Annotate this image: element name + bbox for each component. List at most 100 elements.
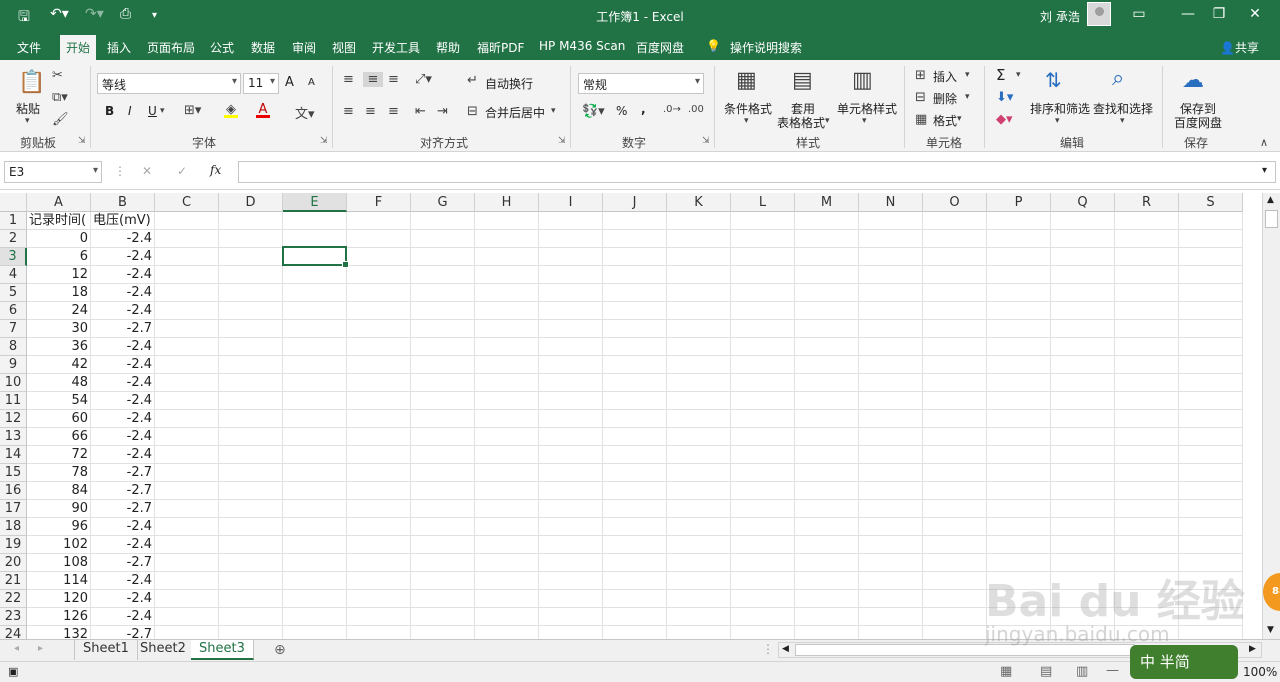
- cell-a[interactable]: 96: [27, 518, 91, 536]
- cell-empty[interactable]: [795, 536, 859, 554]
- cell-empty[interactable]: [347, 536, 411, 554]
- cell-empty[interactable]: [219, 446, 283, 464]
- cell-b[interactable]: 电压(mV): [91, 212, 155, 230]
- insert-function-icon[interactable]: fx: [210, 163, 221, 177]
- cell-empty[interactable]: [539, 392, 603, 410]
- cell-empty[interactable]: [987, 482, 1051, 500]
- cell-empty[interactable]: [283, 410, 347, 428]
- cell-empty[interactable]: [539, 464, 603, 482]
- cell-a[interactable]: 108: [27, 554, 91, 572]
- scroll-left-icon[interactable]: ◀: [782, 644, 789, 654]
- cell-empty[interactable]: [1051, 302, 1115, 320]
- cell-empty[interactable]: [411, 284, 475, 302]
- cell-empty[interactable]: [475, 464, 539, 482]
- cell-empty[interactable]: [155, 626, 219, 639]
- cell-empty[interactable]: [283, 572, 347, 590]
- cell-empty[interactable]: [155, 572, 219, 590]
- cell-empty[interactable]: [1179, 212, 1243, 230]
- align-center-icon[interactable]: ≡: [365, 104, 376, 119]
- close-icon[interactable]: ✕: [1240, 6, 1270, 22]
- cell-empty[interactable]: [795, 518, 859, 536]
- cell-a[interactable]: 72: [27, 446, 91, 464]
- wrap-text-icon[interactable]: ↵: [467, 73, 478, 88]
- italic-button[interactable]: I: [128, 104, 132, 118]
- cell-empty[interactable]: [347, 626, 411, 639]
- cell-empty[interactable]: [987, 374, 1051, 392]
- format-dropdown-icon[interactable]: ▾: [957, 114, 962, 124]
- cell-empty[interactable]: [603, 608, 667, 626]
- cell-b[interactable]: -2.4: [91, 392, 155, 410]
- tab-formulas[interactable]: 公式: [210, 39, 234, 56]
- cell-empty[interactable]: [1115, 464, 1179, 482]
- cell-styles-icon[interactable]: ▥: [852, 68, 873, 93]
- cell-empty[interactable]: [475, 230, 539, 248]
- cell-b[interactable]: -2.4: [91, 590, 155, 608]
- cell-empty[interactable]: [475, 302, 539, 320]
- cell-empty[interactable]: [795, 500, 859, 518]
- cell-empty[interactable]: [603, 410, 667, 428]
- cell-empty[interactable]: [347, 212, 411, 230]
- cell-a[interactable]: 78: [27, 464, 91, 482]
- page-layout-view-icon[interactable]: ▤: [1040, 664, 1052, 679]
- baidu-pan-icon[interactable]: ☁: [1182, 68, 1204, 93]
- cell-empty[interactable]: [219, 230, 283, 248]
- cell-empty[interactable]: [987, 428, 1051, 446]
- cell-b[interactable]: -2.4: [91, 338, 155, 356]
- merge-center-icon[interactable]: ⊟: [467, 104, 478, 119]
- merge-center-button[interactable]: 合并后居中: [485, 104, 545, 121]
- column-header-m[interactable]: M: [795, 193, 859, 212]
- cell-empty[interactable]: [219, 410, 283, 428]
- column-header-b[interactable]: B: [91, 193, 155, 212]
- cell-empty[interactable]: [539, 608, 603, 626]
- cell-empty[interactable]: [411, 482, 475, 500]
- cell-empty[interactable]: [347, 374, 411, 392]
- row-header[interactable]: 21: [0, 572, 27, 590]
- cell-empty[interactable]: [219, 356, 283, 374]
- cell-empty[interactable]: [731, 554, 795, 572]
- font-name-select[interactable]: 等线: [97, 73, 241, 94]
- cell-empty[interactable]: [795, 356, 859, 374]
- cell-empty[interactable]: [155, 608, 219, 626]
- cell-empty[interactable]: [923, 446, 987, 464]
- cell-empty[interactable]: [347, 392, 411, 410]
- cell-empty[interactable]: [1115, 212, 1179, 230]
- orientation-icon[interactable]: ⤢▾: [415, 72, 432, 87]
- cell-empty[interactable]: [667, 302, 731, 320]
- cell-empty[interactable]: [795, 392, 859, 410]
- row-header[interactable]: 2: [0, 230, 27, 248]
- cell-empty[interactable]: [539, 518, 603, 536]
- cell-empty[interactable]: [859, 428, 923, 446]
- cell-empty[interactable]: [411, 356, 475, 374]
- cell-empty[interactable]: [283, 464, 347, 482]
- cell-empty[interactable]: [219, 572, 283, 590]
- confirm-entry-icon[interactable]: ✓: [177, 164, 187, 178]
- cell-empty[interactable]: [795, 626, 859, 639]
- cell-empty[interactable]: [603, 572, 667, 590]
- cell-empty[interactable]: [795, 284, 859, 302]
- cell-b[interactable]: -2.4: [91, 446, 155, 464]
- share-button[interactable]: 👤共享: [1220, 39, 1259, 56]
- cell-empty[interactable]: [347, 500, 411, 518]
- row-header[interactable]: 15: [0, 464, 27, 482]
- cell-empty[interactable]: [347, 284, 411, 302]
- cell-empty[interactable]: [667, 392, 731, 410]
- cell-empty[interactable]: [859, 302, 923, 320]
- cell-empty[interactable]: [539, 356, 603, 374]
- cell-empty[interactable]: [795, 266, 859, 284]
- cell-empty[interactable]: [603, 266, 667, 284]
- cell-empty[interactable]: [347, 518, 411, 536]
- cell-empty[interactable]: [603, 212, 667, 230]
- cell-empty[interactable]: [667, 500, 731, 518]
- cell-a[interactable]: 90: [27, 500, 91, 518]
- cell-empty[interactable]: [859, 284, 923, 302]
- cell-empty[interactable]: [1179, 248, 1243, 266]
- row-header[interactable]: 23: [0, 608, 27, 626]
- column-header-d[interactable]: D: [219, 193, 283, 212]
- macro-record-icon[interactable]: ▣: [8, 665, 18, 678]
- cell-empty[interactable]: [155, 302, 219, 320]
- cell-empty[interactable]: [347, 248, 411, 266]
- find-select-icon[interactable]: ⌕: [1112, 66, 1124, 91]
- cell-empty[interactable]: [859, 500, 923, 518]
- cell-empty[interactable]: [283, 608, 347, 626]
- cell-empty[interactable]: [859, 410, 923, 428]
